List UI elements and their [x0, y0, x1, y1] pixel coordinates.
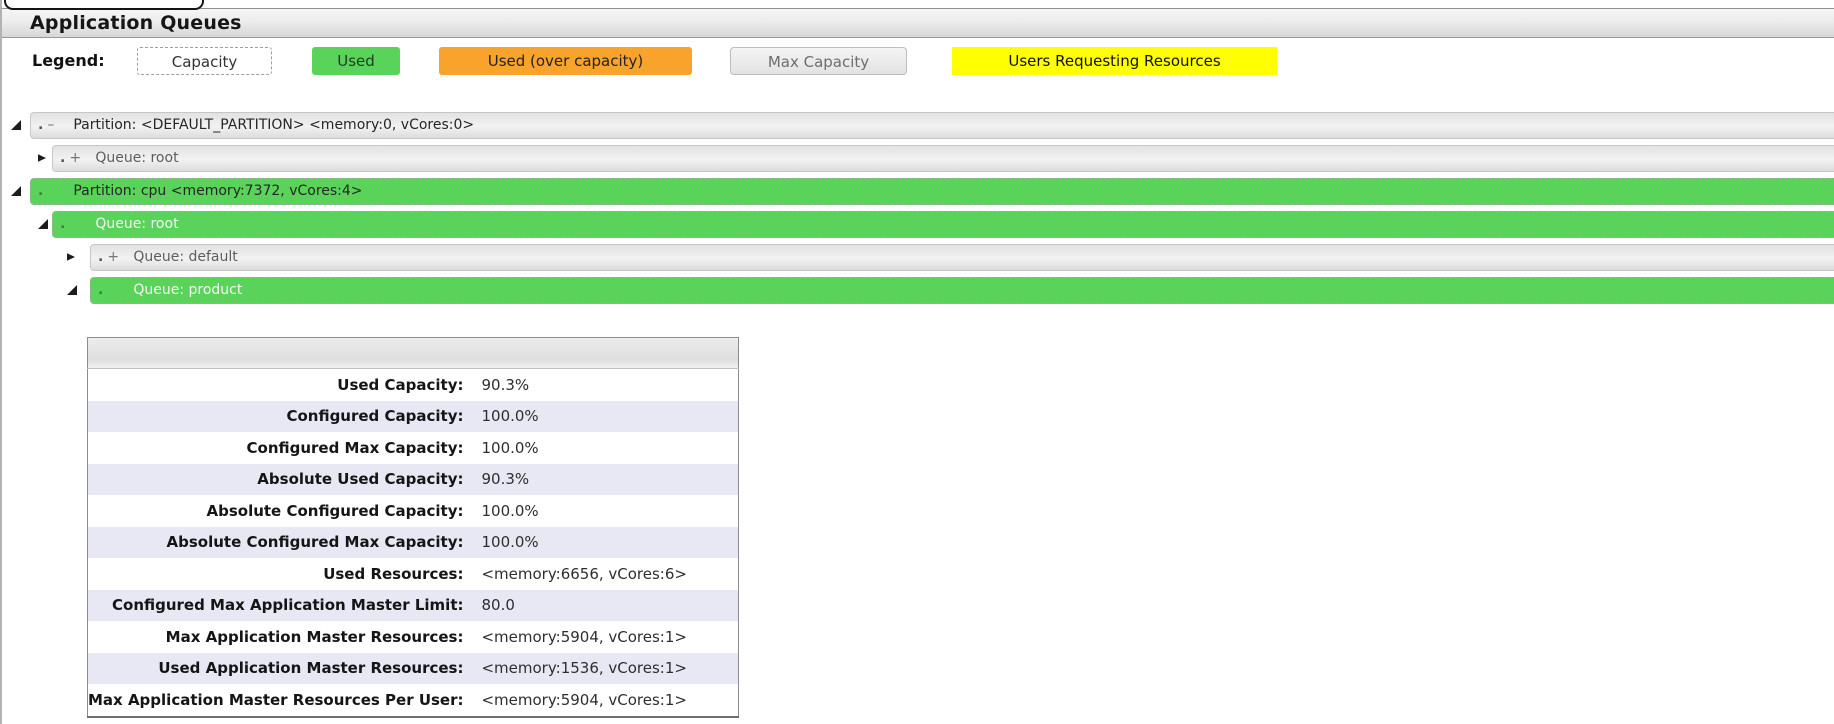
table-row: Used Resources: <memory:6656, vCores:6>: [88, 558, 739, 590]
used-marker: .: [38, 113, 43, 138]
legend-bar: Legend: Capacity Used Used (over capacit…: [2, 46, 1834, 78]
info-label: Used Application Master Resources:: [88, 653, 472, 685]
nav-tab-remnant[interactable]: [4, 0, 204, 10]
info-label: Absolute Configured Capacity:: [88, 495, 472, 527]
info-label: Configured Max Application Master Limit:: [88, 590, 472, 622]
tree-row-queue-root-cpu: . Queue: root: [2, 210, 1834, 243]
tree-row-queue-default: .+ Queue: default: [2, 243, 1834, 276]
info-label: Configured Max Capacity:: [88, 432, 472, 464]
bar-label: Queue: root: [95, 212, 178, 237]
info-value: 90.3%: [471, 369, 738, 401]
table-row: Configured Max Capacity: 100.0%: [88, 432, 739, 464]
info-label: Max Application Master Resources Per Use…: [88, 684, 472, 717]
section-header: Application Queues: [2, 8, 1834, 38]
used-marker: .: [60, 146, 65, 171]
table-row: Absolute Configured Capacity: 100.0%: [88, 495, 739, 527]
info-value: <memory:6656, vCores:6>: [471, 558, 738, 590]
info-label: Absolute Used Capacity:: [88, 464, 472, 496]
bar-label: Queue: root: [95, 146, 178, 171]
info-value: <memory:1536, vCores:1>: [471, 653, 738, 685]
collapse-arrow-icon[interactable]: [11, 186, 21, 196]
used-marker: .: [60, 212, 65, 237]
scheduler-page: Application Queues Legend: Capacity Used…: [0, 0, 1834, 724]
tree-row-queue-product: . Queue: product: [2, 276, 1834, 309]
queue-tree: .–Partition: <DEFAULT_PARTITION> <memory…: [2, 111, 1834, 309]
info-value: 80.0: [471, 590, 738, 622]
bar-label: Partition: cpu <memory:7372, vCores:4>: [73, 179, 362, 204]
toggle-icon[interactable]: +: [107, 245, 119, 270]
info-label: Absolute Configured Max Capacity:: [88, 527, 472, 559]
info-label: Max Application Master Resources:: [88, 621, 472, 653]
queue-default-bar[interactable]: .+ Queue: default: [90, 244, 1834, 271]
info-value: <memory:5904, vCores:1>: [471, 621, 738, 653]
table-row: Absolute Used Capacity: 90.3%: [88, 464, 739, 496]
used-marker: .: [98, 245, 103, 270]
queue-product-bar[interactable]: . Queue: product: [90, 277, 1834, 304]
tree-row-queue-root-default: .+ Queue: root: [2, 144, 1834, 177]
info-value: 100.0%: [471, 527, 738, 559]
bar-label: Queue: default: [133, 245, 237, 270]
used-marker: .: [38, 179, 43, 204]
collapse-arrow-icon[interactable]: [67, 285, 77, 295]
info-label: Configured Capacity:: [88, 401, 472, 433]
table-row: Max Application Master Resources Per Use…: [88, 684, 739, 717]
expand-arrow-icon[interactable]: [67, 252, 75, 262]
expand-arrow-icon[interactable]: [38, 153, 46, 163]
bar-label: Partition: <DEFAULT_PARTITION> <memory:0…: [73, 113, 474, 138]
legend-item-max-capacity: Max Capacity: [730, 47, 907, 75]
info-value: 100.0%: [471, 432, 738, 464]
queue-info-table-header: [88, 338, 739, 369]
table-row: Max Application Master Resources: <memor…: [88, 621, 739, 653]
page-title: Application Queues: [2, 9, 1834, 38]
queue-root-cpu-bar[interactable]: . Queue: root: [52, 211, 1834, 238]
collapse-arrow-icon[interactable]: [38, 219, 48, 229]
partition-default-bar[interactable]: .–Partition: <DEFAULT_PARTITION> <memory…: [30, 112, 1834, 139]
legend-item-users-requesting: Users Requesting Resources: [952, 47, 1277, 75]
legend-item-used: Used: [312, 47, 400, 75]
table-row: Configured Max Application Master Limit:…: [88, 590, 739, 622]
legend-label: Legend:: [32, 46, 105, 76]
info-value: 100.0%: [471, 401, 738, 433]
legend-item-used-over-capacity: Used (over capacity): [439, 47, 692, 75]
legend-item-capacity: Capacity: [137, 47, 272, 75]
table-row: Absolute Configured Max Capacity: 100.0%: [88, 527, 739, 559]
info-value: 100.0%: [471, 495, 738, 527]
info-value: 90.3%: [471, 464, 738, 496]
queue-root-bar[interactable]: .+ Queue: root: [52, 145, 1834, 172]
toggle-icon[interactable]: –: [47, 113, 59, 138]
table-row: Used Capacity: 90.3%: [88, 369, 739, 401]
partition-cpu-bar[interactable]: . Partition: cpu <memory:7372, vCores:4>: [30, 178, 1834, 205]
used-marker: .: [98, 278, 103, 303]
table-row: Used Application Master Resources: <memo…: [88, 653, 739, 685]
info-label: Used Resources:: [88, 558, 472, 590]
tree-row-partition-default: .–Partition: <DEFAULT_PARTITION> <memory…: [2, 111, 1834, 144]
table-row: Configured Capacity: 100.0%: [88, 401, 739, 433]
toggle-icon[interactable]: +: [69, 146, 81, 171]
info-value: <memory:5904, vCores:1>: [471, 684, 738, 717]
tree-row-partition-cpu: . Partition: cpu <memory:7372, vCores:4>: [2, 177, 1834, 210]
bar-label: Queue: product: [133, 278, 242, 303]
info-label: Used Capacity:: [88, 369, 472, 401]
collapse-arrow-icon[interactable]: [11, 120, 21, 130]
queue-info-table: Used Capacity: 90.3% Configured Capacity…: [87, 337, 739, 718]
